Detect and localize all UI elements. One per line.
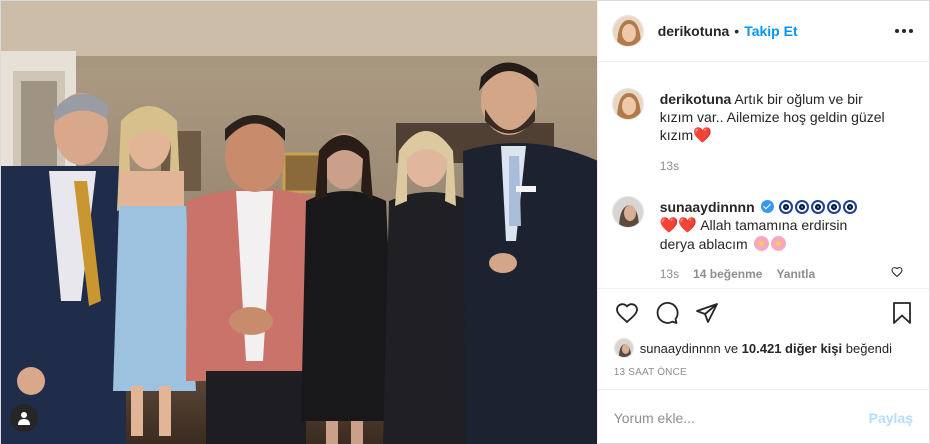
likes-suffix: beğendi bbox=[845, 340, 893, 356]
comment-item: sunaaydinnnn ❤️❤️ Allah tamamına erdirsi… bbox=[611, 196, 913, 281]
caption-avatar[interactable] bbox=[611, 88, 644, 120]
evil-eye-emoji bbox=[811, 200, 826, 214]
likes-summary: sunaaydinnnn ve 10.421 diğer kişi beğend… bbox=[598, 336, 929, 360]
red-heart-emoji: ❤️ bbox=[693, 127, 712, 144]
hibiscus-emoji bbox=[753, 236, 769, 251]
user-tag-button[interactable] bbox=[10, 404, 38, 432]
comment-likes[interactable]: 14 beğenme bbox=[693, 267, 762, 281]
heart-outline-icon bbox=[615, 302, 638, 323]
share-button[interactable] bbox=[694, 300, 720, 326]
separator-dot: • bbox=[734, 23, 740, 39]
caption-username[interactable]: derikotuna bbox=[660, 91, 732, 107]
likes-text: sunaaydinnnn ve 10.421 diğer kişi beğend… bbox=[640, 341, 892, 356]
avatar-image bbox=[612, 89, 643, 119]
heart-outline-icon bbox=[891, 267, 903, 278]
post-sidebar: derikotuna • Takip Et derikotuna Artık b… bbox=[596, 1, 929, 444]
share-icon bbox=[695, 302, 718, 323]
author-username[interactable]: derikotuna bbox=[658, 23, 730, 39]
red-heart-emoji: ❤️❤️ bbox=[659, 217, 698, 234]
more-options-button[interactable] bbox=[895, 23, 913, 39]
avatar-image bbox=[614, 339, 633, 357]
post-timestamp[interactable]: 13 SAAT ÖNCE bbox=[598, 360, 929, 389]
comment-meta: 13s 14 beğenme Yanıtla bbox=[660, 267, 913, 281]
author-avatar[interactable] bbox=[611, 15, 644, 47]
comment-button[interactable] bbox=[654, 300, 680, 326]
liker-username[interactable]: sunaaydinnnn bbox=[640, 341, 721, 356]
save-button[interactable] bbox=[889, 300, 915, 326]
family-photo bbox=[1, 1, 597, 444]
caption-text: derikotuna Artık bir oğlum ve bir kızım … bbox=[660, 90, 885, 145]
comment-text: sunaaydinnnn ❤️❤️ Allah tamamına erdirsi… bbox=[660, 198, 880, 253]
comments-section: derikotuna Artık bir oğlum ve bir kızım … bbox=[598, 62, 929, 288]
hibiscus-emoji bbox=[770, 236, 786, 251]
post-header: derikotuna • Takip Et bbox=[597, 1, 929, 62]
post-comment-button[interactable]: Paylaş bbox=[869, 410, 913, 426]
like-button[interactable] bbox=[614, 300, 640, 326]
likes-count[interactable]: 10.421 diğer kişi bbox=[742, 341, 842, 356]
verified-icon bbox=[760, 200, 774, 213]
comment-icon bbox=[656, 301, 679, 324]
comment-input[interactable] bbox=[613, 409, 869, 426]
avatar-image bbox=[612, 16, 643, 46]
user-tag-icon bbox=[18, 412, 30, 425]
evil-eye-emoji bbox=[843, 200, 858, 214]
reply-button[interactable]: Yanıtla bbox=[776, 267, 815, 281]
evil-eye-emoji bbox=[795, 200, 810, 214]
add-comment-bar: Paylaş bbox=[597, 389, 929, 444]
comment-body: sunaaydinnnn ❤️❤️ Allah tamamına erdirsi… bbox=[660, 198, 913, 281]
action-bar bbox=[597, 288, 929, 336]
liker-avatar[interactable] bbox=[613, 338, 634, 358]
comment-like-button[interactable] bbox=[891, 266, 903, 281]
caption-time[interactable]: 13s bbox=[660, 159, 679, 173]
commenter-username[interactable]: sunaaydinnnn bbox=[660, 199, 755, 215]
caption-meta: 13s bbox=[660, 159, 913, 173]
follow-button[interactable]: Takip Et bbox=[744, 23, 797, 39]
evil-eye-emoji bbox=[779, 200, 794, 214]
caption: derikotuna Artık bir oğlum ve bir kızım … bbox=[611, 88, 913, 173]
likes-conjunction: ve bbox=[724, 340, 739, 356]
bookmark-icon bbox=[893, 301, 911, 324]
comment-time[interactable]: 13s bbox=[660, 267, 679, 281]
evil-eye-emoji bbox=[827, 200, 842, 214]
caption-body: derikotuna Artık bir oğlum ve bir kızım … bbox=[660, 90, 913, 173]
more-icon bbox=[895, 29, 899, 33]
instagram-post: derikotuna • Takip Et derikotuna Artık b… bbox=[0, 0, 930, 444]
post-photo[interactable] bbox=[1, 1, 597, 444]
avatar-image bbox=[612, 197, 643, 227]
commenter-avatar[interactable] bbox=[611, 196, 644, 228]
